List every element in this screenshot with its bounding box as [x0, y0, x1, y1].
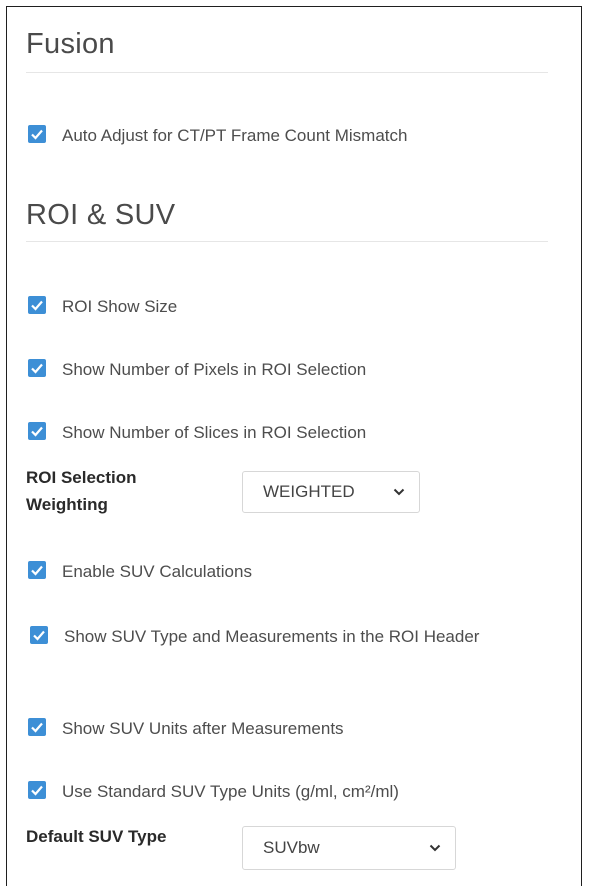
divider: [26, 72, 548, 73]
checkbox-label: Show Number of Pixels in ROI Selection: [62, 360, 367, 379]
checkbox-show-suv-units[interactable]: Show SUV Units after Measurements: [28, 714, 548, 744]
select-value: SUVbw: [263, 838, 320, 857]
checkbox-roi-show-size[interactable]: ROI Show Size: [28, 292, 548, 322]
checkbox-show-pixels-in-roi[interactable]: Show Number of Pixels in ROI Selection: [28, 355, 548, 385]
select-value: WEIGHTED: [263, 482, 355, 501]
default-suv-type-label: Default SUV Type: [26, 827, 167, 846]
roi-selection-weighting-label: ROI Selection Weighting: [26, 468, 137, 515]
checkbox-label: Auto Adjust for CT/PT Frame Count Mismat…: [62, 126, 408, 145]
checkbox-use-standard-suv-units[interactable]: Use Standard SUV Type Units (g/ml, cm²/m…: [28, 777, 548, 807]
roi-selection-weighting-select[interactable]: WEIGHTED: [242, 471, 420, 513]
checkbox-label: Enable SUV Calculations: [62, 562, 252, 581]
checkbox-show-suv-type-in-roi-header[interactable]: Show SUV Type and Measurements in the RO…: [30, 620, 540, 653]
checkbox-label: Show SUV Type and Measurements in the RO…: [64, 627, 480, 646]
checkbox-auto-adjust-frame-count[interactable]: Auto Adjust for CT/PT Frame Count Mismat…: [28, 121, 548, 151]
checkbox-label: Show Number of Slices in ROI Selection: [62, 423, 367, 442]
checkbox-checked-icon[interactable]: [28, 561, 46, 579]
checkbox-checked-icon[interactable]: [28, 781, 46, 799]
checkbox-checked-icon[interactable]: [28, 125, 46, 143]
checkbox-checked-icon[interactable]: [30, 626, 48, 644]
divider: [26, 241, 548, 242]
checkbox-label: ROI Show Size: [62, 297, 178, 316]
section-title-roi-suv: ROI & SUV: [26, 199, 176, 231]
chevron-down-icon: [393, 488, 405, 496]
section-title-fusion: Fusion: [26, 28, 115, 60]
checkbox-label: Use Standard SUV Type Units (g/ml, cm²/m…: [62, 782, 399, 801]
chevron-down-icon: [429, 844, 441, 852]
checkbox-checked-icon[interactable]: [28, 296, 46, 314]
checkbox-checked-icon[interactable]: [28, 718, 46, 736]
checkbox-show-slices-in-roi[interactable]: Show Number of Slices in ROI Selection: [28, 418, 548, 448]
checkbox-label: Show SUV Units after Measurements: [62, 719, 344, 738]
checkbox-enable-suv-calculations[interactable]: Enable SUV Calculations: [28, 557, 548, 587]
checkbox-checked-icon[interactable]: [28, 422, 46, 440]
checkbox-checked-icon[interactable]: [28, 359, 46, 377]
default-suv-type-select[interactable]: SUVbw: [242, 826, 456, 870]
